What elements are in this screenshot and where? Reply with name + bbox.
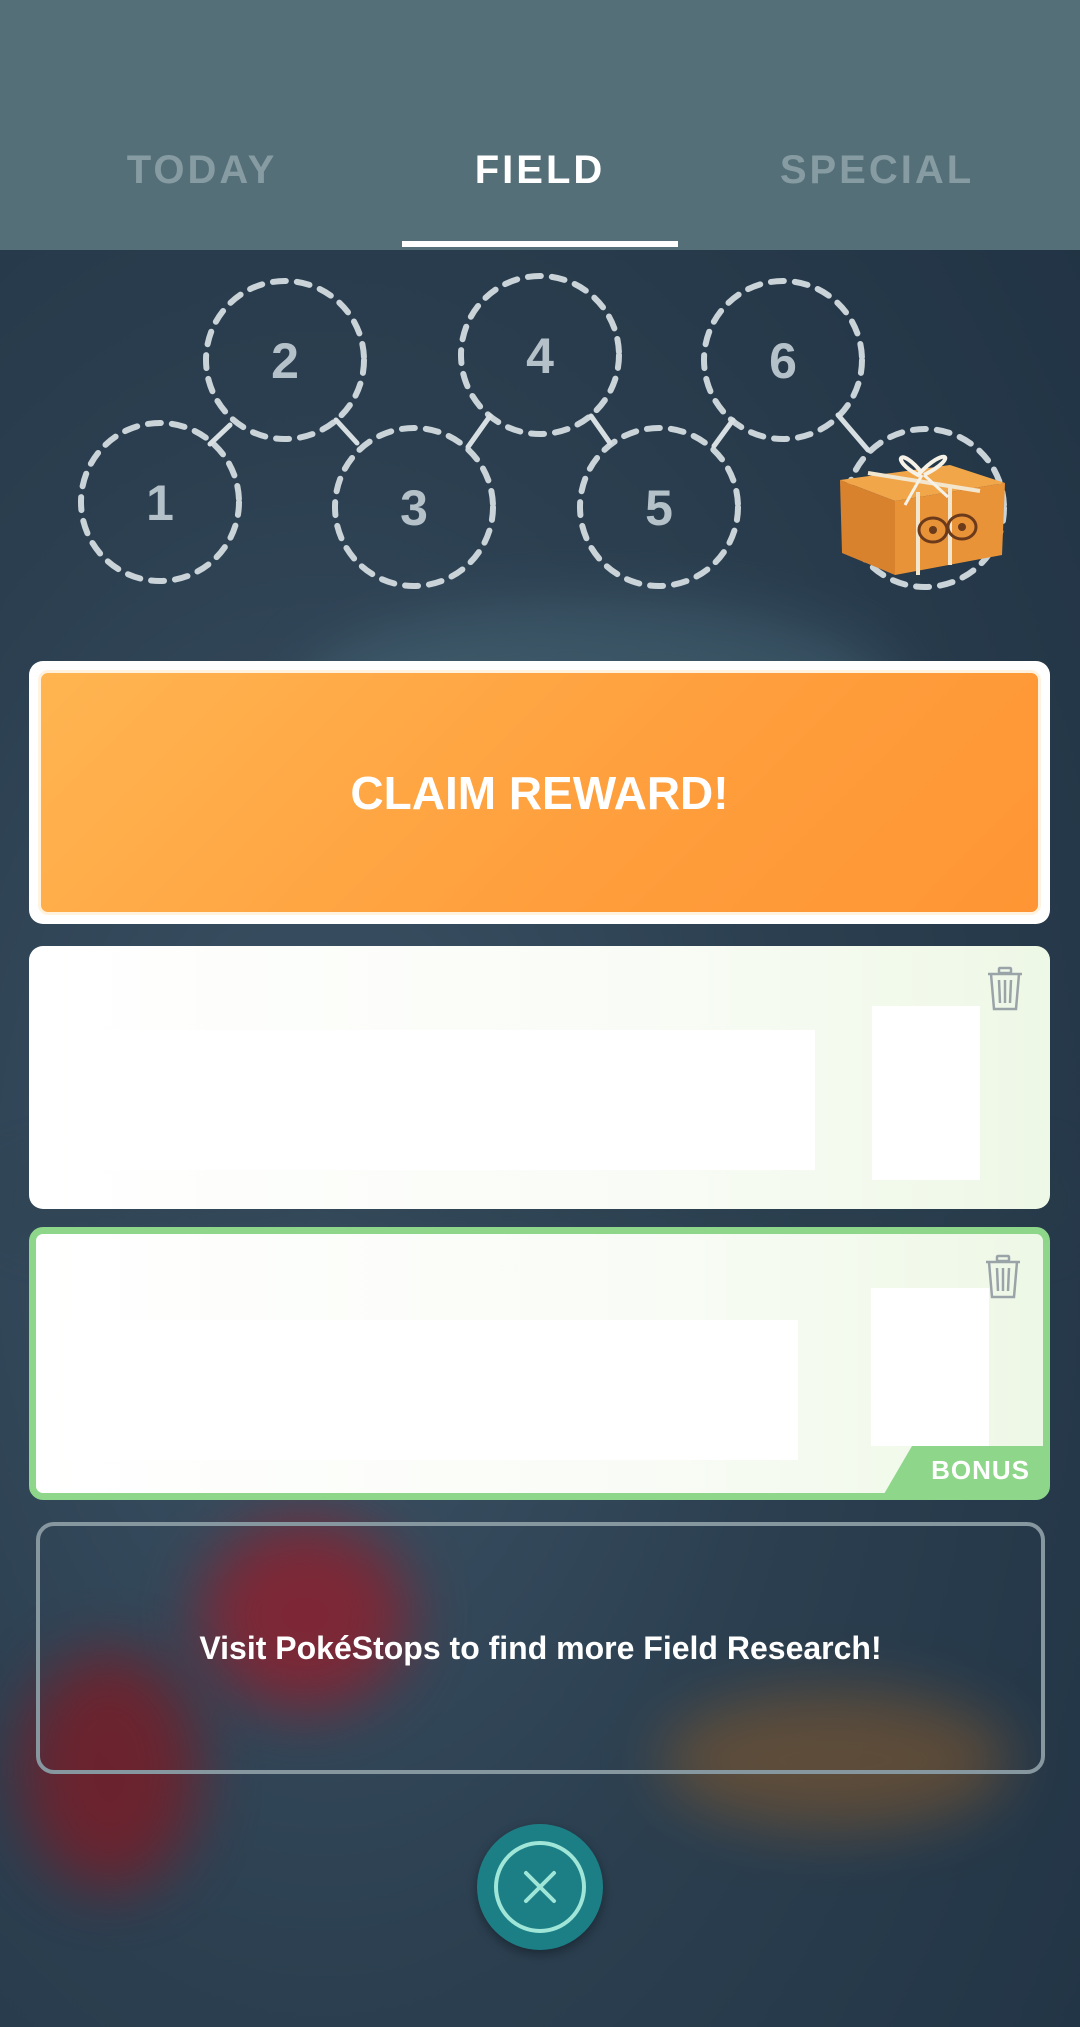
research-task-card[interactable] bbox=[29, 946, 1050, 1209]
bonus-badge: BONUS bbox=[884, 1446, 1044, 1494]
stamp-label-4: 4 bbox=[526, 328, 554, 384]
claim-reward-label: CLAIM REWARD! bbox=[350, 766, 729, 819]
task-reward bbox=[871, 1288, 989, 1446]
stamp-label-5: 5 bbox=[645, 480, 673, 536]
claim-reward-inner: CLAIM REWARD! bbox=[38, 670, 1041, 915]
tab-today[interactable]: TODAY bbox=[52, 148, 352, 208]
tab-special[interactable]: SPECIAL bbox=[727, 148, 1027, 208]
research-header: TODAY FIELD SPECIAL bbox=[0, 0, 1080, 250]
close-icon bbox=[524, 1871, 556, 1903]
bonus-label: BONUS bbox=[931, 1454, 1030, 1485]
find-more-research-notice: Visit PokéStops to find more Field Resea… bbox=[36, 1522, 1045, 1774]
task-reward bbox=[872, 1006, 980, 1180]
stamp-label-3: 3 bbox=[400, 480, 428, 536]
stamp-label-1: 1 bbox=[146, 475, 174, 531]
stamp-label-6: 6 bbox=[769, 333, 797, 389]
claim-reward-button[interactable]: CLAIM REWARD! bbox=[29, 661, 1050, 924]
notice-text: Visit PokéStops to find more Field Resea… bbox=[199, 1629, 882, 1666]
stamp-label-2: 2 bbox=[271, 333, 299, 389]
close-button[interactable] bbox=[477, 1824, 603, 1950]
task-description bbox=[69, 1030, 815, 1170]
research-breakthrough-box-icon[interactable] bbox=[830, 435, 1015, 585]
active-tab-indicator bbox=[402, 241, 678, 247]
trash-icon[interactable] bbox=[985, 966, 1025, 1012]
close-ring bbox=[494, 1841, 586, 1933]
trash-icon[interactable] bbox=[983, 1254, 1023, 1300]
stamp-progress: 1 2 3 4 5 6 bbox=[0, 250, 1080, 620]
task-description bbox=[66, 1320, 798, 1460]
tab-field[interactable]: FIELD bbox=[390, 148, 690, 208]
research-task-card-bonus[interactable]: BONUS bbox=[29, 1227, 1050, 1500]
